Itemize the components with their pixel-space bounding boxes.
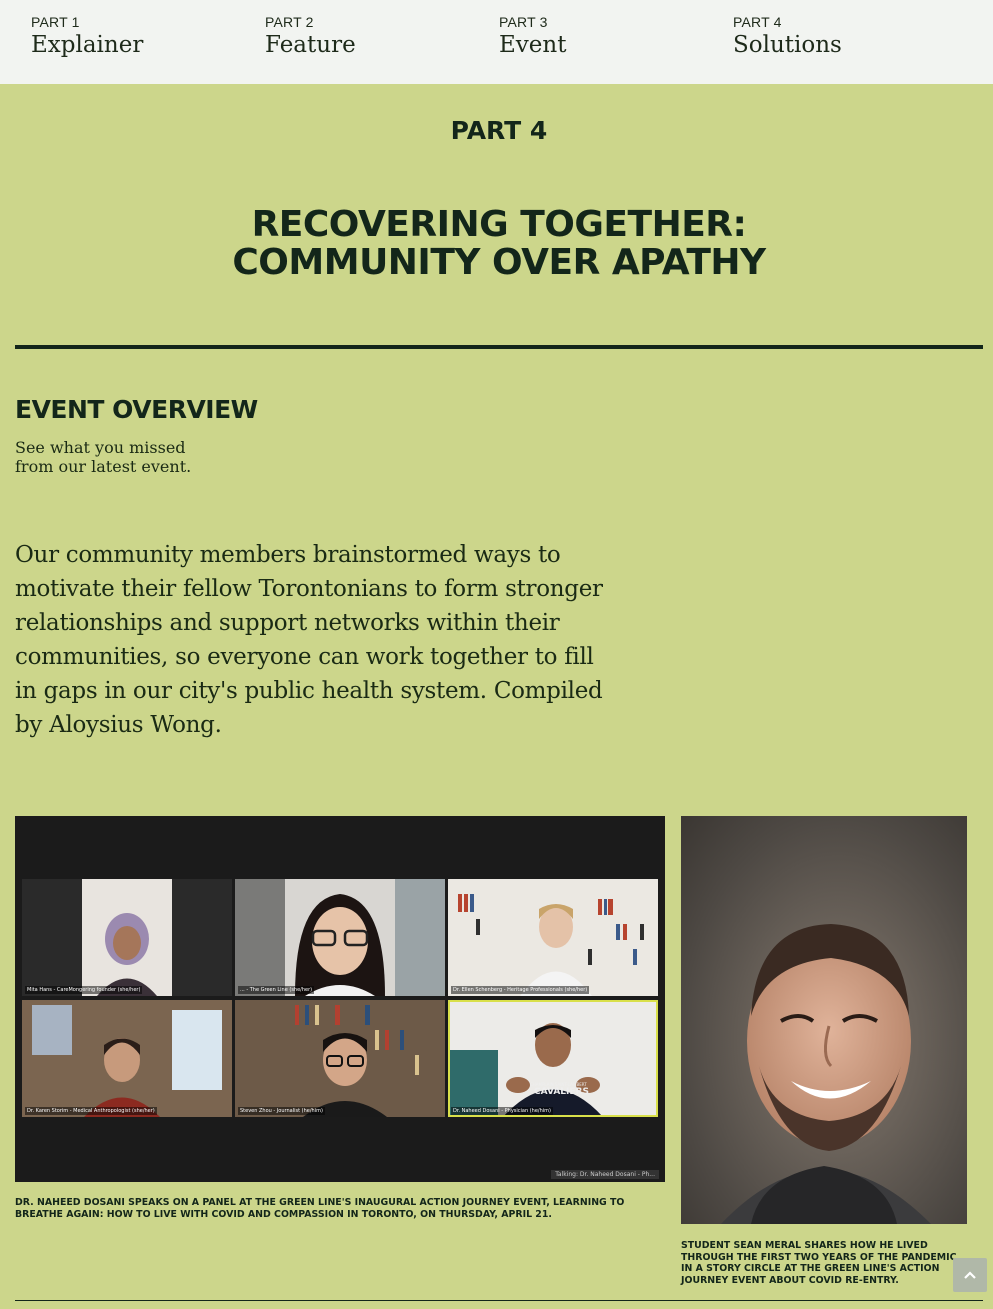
- participant-name-label: Dr. Naheed Dosani - Physician (he/him): [451, 1107, 553, 1115]
- portrait-photo: [681, 816, 967, 1224]
- page-title-line-1: RECOVERING TOGETHER:: [251, 204, 747, 245]
- top-navigation: PART 1 Explainer PART 2 Feature PART 3 E…: [0, 0, 993, 84]
- participant-video: [235, 879, 445, 996]
- page-title: RECOVERING TOGETHER: COMMUNITY OVER APAT…: [0, 206, 993, 282]
- section-part-label: PART 4: [450, 116, 548, 145]
- zoom-panel-photo: Mita Hans - CareMongering founder (she/h…: [15, 816, 665, 1182]
- video-tile: Steven Zhou - Journalist (he/him): [235, 1000, 445, 1117]
- participant-video: [448, 879, 658, 996]
- video-tile: Dr. Karen Storim - Medical Anthropologis…: [22, 1000, 232, 1117]
- section-divider-bottom: [15, 1300, 983, 1301]
- nav-part-title: Explainer: [31, 32, 144, 58]
- participant-video: [22, 1000, 232, 1117]
- shirt-text: CAVALIERS: [534, 1087, 589, 1097]
- portrait-illustration: [721, 924, 931, 1224]
- participant-video: [82, 879, 172, 996]
- participant-video: [235, 1000, 445, 1117]
- participant-name-label: Mita Hans - CareMongering founder (she/h…: [25, 986, 143, 994]
- nav-item-part-1[interactable]: PART 1 Explainer: [31, 14, 251, 58]
- video-tile: Dr. Ellen Schenberg - Heritage Professio…: [448, 879, 658, 996]
- participant-name-label: Dr. Karen Storim - Medical Anthropologis…: [25, 1107, 157, 1115]
- chevron-up-icon: [964, 1271, 976, 1279]
- participant-name-label: Steven Zhou - Journalist (he/him): [238, 1107, 325, 1115]
- video-tile: Mita Hans - CareMongering founder (she/h…: [22, 879, 232, 996]
- photo-caption-right: STUDENT SEAN MERAL SHARES HOW HE LIVED T…: [681, 1240, 957, 1286]
- scroll-to-top-button[interactable]: [953, 1258, 987, 1292]
- nav-part-title: Feature: [265, 32, 356, 58]
- page-title-line-2: COMMUNITY OVER APATHY: [232, 242, 766, 283]
- section-divider: [15, 345, 983, 349]
- participant-video: [448, 1000, 658, 1117]
- nav-item-part-4[interactable]: PART 4 Solutions: [733, 14, 953, 58]
- nav-item-part-2[interactable]: PART 2 Feature: [265, 14, 485, 58]
- video-tile: ... - The Green Line (she/her): [235, 879, 445, 996]
- participant-name-label: Dr. Ellen Schenberg - Heritage Professio…: [451, 986, 590, 994]
- nav-part-label: PART 2: [265, 14, 314, 30]
- video-tile-active-speaker: CHAMPLAIN SAINT-LAMBERT CAVALIERS Dr. Na…: [448, 1000, 658, 1117]
- zoom-video-grid: Mita Hans - CareMongering founder (she/h…: [22, 879, 659, 1119]
- nav-part-title: Event: [499, 32, 567, 58]
- event-overview-subtitle: See what you missed from our latest even…: [15, 438, 192, 476]
- participant-name-label: ... - The Green Line (she/her): [238, 986, 315, 994]
- nav-part-label: PART 4: [733, 14, 782, 30]
- nav-part-label: PART 1: [31, 14, 80, 30]
- nav-part-label: PART 3: [499, 14, 548, 30]
- nav-part-title: Solutions: [733, 32, 842, 58]
- talking-indicator: Talking: Dr. Naheed Dosani - Ph...: [551, 1170, 659, 1179]
- nav-item-part-3[interactable]: PART 3 Event: [499, 14, 719, 58]
- photo-caption-left: DR. NAHEED DOSANI SPEAKS ON A PANEL AT T…: [15, 1197, 625, 1220]
- event-overview-heading: EVENT OVERVIEW: [15, 395, 258, 424]
- event-overview-body: Our community members brainstormed ways …: [15, 542, 603, 738]
